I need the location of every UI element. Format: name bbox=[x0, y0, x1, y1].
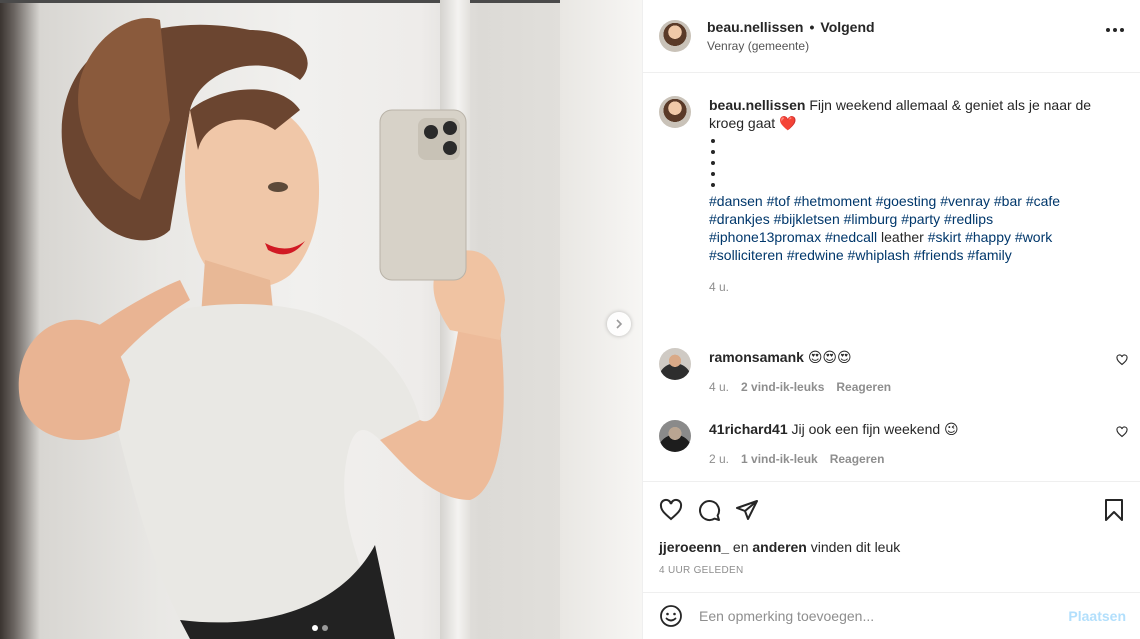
post-timestamp[interactable]: 4 UUR GELEDEN bbox=[659, 565, 743, 576]
action-bar bbox=[659, 495, 1126, 525]
hashtag[interactable]: #cafe bbox=[1026, 193, 1060, 209]
heart-outline-icon[interactable] bbox=[1116, 354, 1128, 366]
chevron-right-icon bbox=[616, 319, 623, 329]
caption-age[interactable]: 4 u. bbox=[709, 278, 729, 296]
hashtag[interactable]: #limburg bbox=[844, 211, 898, 227]
hashtag[interactable]: #friends bbox=[914, 247, 964, 263]
more-dot-icon bbox=[1106, 28, 1110, 32]
hashtag[interactable]: #family bbox=[967, 247, 1011, 263]
caption-bullet bbox=[711, 150, 715, 154]
like-button[interactable] bbox=[659, 498, 683, 522]
caption-avatar[interactable] bbox=[659, 96, 691, 128]
hashtag[interactable]: #bar bbox=[994, 193, 1022, 209]
hashtag[interactable]: #bijkletsen bbox=[774, 211, 840, 227]
bookmark-icon bbox=[1105, 499, 1123, 521]
caption-bullet bbox=[711, 183, 715, 187]
comment-input[interactable] bbox=[699, 608, 1069, 624]
hashtag[interactable]: #redwine bbox=[787, 247, 844, 263]
more-dot-icon bbox=[1120, 28, 1124, 32]
emoji-smiley-icon[interactable] bbox=[659, 604, 683, 628]
hashtag[interactable]: #whiplash bbox=[848, 247, 910, 263]
next-slide-button[interactable] bbox=[607, 312, 631, 336]
post-comment-button[interactable]: Plaatsen bbox=[1068, 608, 1126, 624]
caption-word: leather bbox=[881, 229, 924, 245]
likes-summary[interactable]: jjeroeenn_ en anderen vinden dit leuk bbox=[659, 539, 900, 555]
paper-plane-icon bbox=[736, 500, 758, 520]
comment-username[interactable]: ramonsamank bbox=[709, 349, 804, 365]
comments-section[interactable]: beau.nellissen Fijn weekend allemaal & g… bbox=[643, 74, 1140, 482]
reply-button[interactable]: Reageren bbox=[830, 450, 885, 468]
author-avatar[interactable] bbox=[659, 20, 691, 52]
comment-age[interactable]: 2 u. bbox=[709, 450, 729, 468]
hashtag[interactable]: #solliciteren bbox=[709, 247, 783, 263]
comment-text: 😍😍😍 bbox=[807, 349, 852, 365]
hashtag[interactable]: #skirt bbox=[928, 229, 961, 245]
caption-username[interactable]: beau.nellissen bbox=[709, 97, 805, 113]
comment-bubble-icon bbox=[699, 500, 721, 522]
hashtag[interactable]: #party bbox=[901, 211, 940, 227]
caption-bullet bbox=[711, 139, 715, 143]
post-panel: beau.nellissen • Volgend Venray (gemeent… bbox=[642, 0, 1140, 639]
heart-outline-icon[interactable] bbox=[1116, 426, 1128, 438]
commenter-avatar[interactable] bbox=[659, 348, 691, 380]
hashtag[interactable]: #dansen bbox=[709, 193, 763, 209]
hashtag[interactable]: #hetmoment bbox=[794, 193, 872, 209]
hashtag[interactable]: #happy bbox=[965, 229, 1011, 245]
hashtag[interactable]: #drankjes bbox=[709, 211, 770, 227]
hashtags: #dansen #tof #hetmoment #goesting #venra… bbox=[709, 192, 1109, 264]
likes-suffix: vinden dit leuk bbox=[810, 539, 901, 555]
more-dot-icon bbox=[1113, 28, 1117, 32]
comment-item: 41richard41 Jij ook een fijn weekend 😉 2… bbox=[659, 420, 1128, 468]
post-header: beau.nellissen • Volgend Venray (gemeent… bbox=[643, 0, 1140, 73]
caption-bullet bbox=[711, 172, 715, 176]
following-button[interactable]: Volgend bbox=[820, 19, 874, 35]
hashtag[interactable]: #work bbox=[1015, 229, 1052, 245]
heart-emoji: ❤️ bbox=[779, 115, 797, 131]
more-options-button[interactable] bbox=[1106, 28, 1124, 32]
carousel-dot-active bbox=[312, 625, 318, 631]
photo-subject-illustration bbox=[18, 18, 505, 639]
hashtag[interactable]: #goesting bbox=[876, 193, 937, 209]
liked-by-others[interactable]: anderen bbox=[752, 539, 806, 555]
hashtag[interactable]: #nedcall bbox=[825, 229, 877, 245]
separator-dot: • bbox=[809, 19, 815, 35]
heart-icon bbox=[659, 498, 683, 521]
carousel-indicator bbox=[312, 625, 328, 631]
likes-and: en bbox=[732, 539, 749, 555]
post-location[interactable]: Venray (gemeente) bbox=[707, 39, 875, 53]
commenter-avatar[interactable] bbox=[659, 420, 691, 452]
share-button[interactable] bbox=[735, 498, 759, 522]
add-comment-bar: Plaatsen bbox=[643, 592, 1140, 639]
caption: beau.nellissen Fijn weekend allemaal & g… bbox=[659, 96, 1128, 296]
comment-likes[interactable]: 1 vind-ik-leuk bbox=[741, 450, 818, 468]
save-button[interactable] bbox=[1102, 498, 1126, 522]
liked-by-user[interactable]: jjeroeenn_ bbox=[659, 539, 729, 555]
comment-text: Jij ook een fijn weekend 😉 bbox=[791, 421, 959, 437]
caption-bullet bbox=[711, 161, 715, 165]
comment-likes[interactable]: 2 vind-ik-leuks bbox=[741, 378, 824, 396]
instagram-post: beau.nellissen • Volgend Venray (gemeent… bbox=[0, 0, 1140, 639]
hashtag[interactable]: #redlips bbox=[944, 211, 993, 227]
hashtag[interactable]: #iphone13promax bbox=[709, 229, 821, 245]
comment-item: ramonsamank 😍😍😍 4 u. 2 vind-ik-leuks Rea… bbox=[659, 348, 1128, 396]
hashtag[interactable]: #venray bbox=[940, 193, 990, 209]
author-username[interactable]: beau.nellissen bbox=[707, 19, 803, 35]
post-photo[interactable] bbox=[0, 0, 642, 639]
comment-age[interactable]: 4 u. bbox=[709, 378, 729, 396]
carousel-dot bbox=[322, 625, 328, 631]
comment-button[interactable] bbox=[697, 498, 721, 522]
reply-button[interactable]: Reageren bbox=[836, 378, 891, 396]
hashtag[interactable]: #tof bbox=[767, 193, 790, 209]
comment-username[interactable]: 41richard41 bbox=[709, 421, 788, 437]
